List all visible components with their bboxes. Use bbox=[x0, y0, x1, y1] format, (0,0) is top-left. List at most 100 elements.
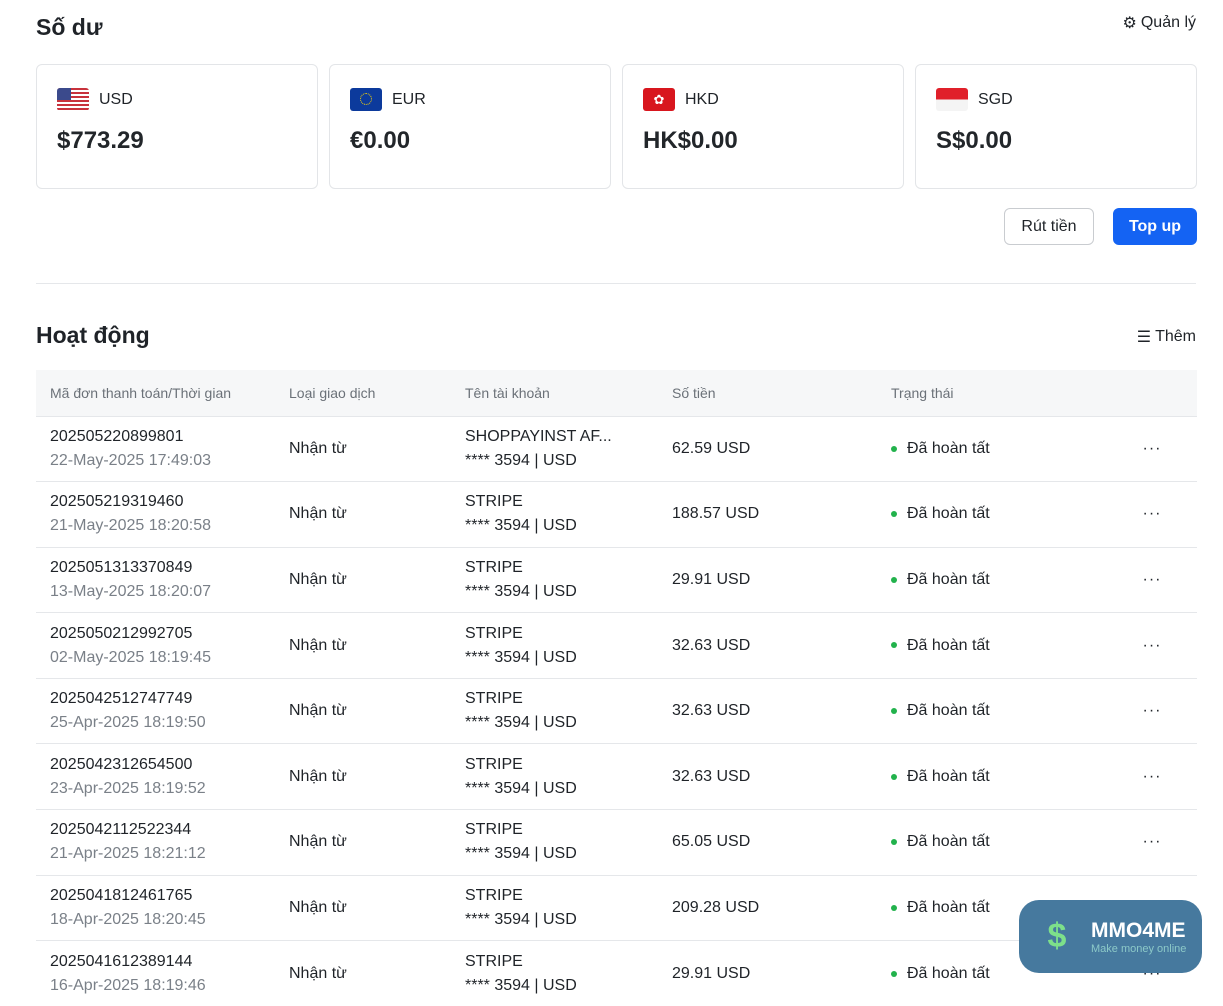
account-detail: **** 3594 | USD bbox=[465, 976, 577, 994]
dollar-logo-icon: $ bbox=[1047, 917, 1067, 955]
table-row[interactable]: 2025042312654500 23-Apr-2025 18:19:52 Nhậ… bbox=[36, 743, 1197, 810]
col-header-amount: Số tiền bbox=[672, 370, 891, 416]
balance-amount: HK$0.00 bbox=[643, 127, 738, 154]
currency-code: EUR bbox=[392, 90, 426, 108]
balance-card-usd[interactable]: USD $773.29 bbox=[36, 64, 318, 189]
withdraw-button[interactable]: Rút tiền bbox=[1004, 208, 1094, 245]
amount: 188.57 USD bbox=[672, 481, 891, 548]
status-text: Đã hoàn tất bbox=[907, 833, 990, 851]
currency-code: HKD bbox=[685, 90, 719, 108]
amount: 65.05 USD bbox=[672, 809, 891, 876]
account-name: STRIPE bbox=[465, 493, 523, 511]
account-detail: **** 3594 | USD bbox=[465, 845, 577, 863]
status-dot-icon bbox=[891, 707, 897, 714]
watermark-logo: $ MMO4ME Make money online bbox=[1019, 900, 1202, 973]
payment-time: 21-May-2025 18:20:58 bbox=[50, 517, 211, 535]
payment-time: 18-Apr-2025 18:20:45 bbox=[50, 910, 206, 928]
payment-time: 21-Apr-2025 18:21:12 bbox=[50, 845, 206, 863]
payment-time: 16-Apr-2025 18:19:46 bbox=[50, 976, 206, 994]
col-header-type: Loại giao dịch bbox=[289, 370, 465, 416]
currency-code: SGD bbox=[978, 90, 1013, 108]
payment-id: 2025041612389144 bbox=[50, 952, 193, 970]
transaction-type: Nhận từ bbox=[289, 546, 465, 613]
transaction-type: Nhận từ bbox=[289, 809, 465, 876]
payment-time: 23-Apr-2025 18:19:52 bbox=[50, 779, 206, 797]
account-name: STRIPE bbox=[465, 886, 523, 904]
manage-link[interactable]: ⚙ Quản lý bbox=[1123, 13, 1196, 33]
transaction-type: Nhận từ bbox=[289, 415, 465, 482]
account-name: STRIPE bbox=[465, 690, 523, 708]
col-header-account: Tên tài khoản bbox=[465, 370, 672, 416]
sg-flag-icon bbox=[936, 88, 968, 111]
table-row[interactable]: 2025042512747749 25-Apr-2025 18:19:50 Nhậ… bbox=[36, 677, 1197, 744]
col-header-id: Mã đơn thanh toán/Thời gian bbox=[36, 370, 289, 416]
account-name: STRIPE bbox=[465, 558, 523, 576]
balance-amount: $773.29 bbox=[57, 127, 144, 154]
payment-id: 2025042512747749 bbox=[50, 690, 193, 708]
hk-flag-icon: ✿ bbox=[643, 88, 675, 111]
topup-button[interactable]: Top up bbox=[1113, 208, 1197, 245]
payment-time: 22-May-2025 17:49:03 bbox=[50, 451, 211, 469]
amount: 62.59 USD bbox=[672, 415, 891, 482]
payment-id: 2025042312654500 bbox=[50, 755, 193, 773]
account-detail: **** 3594 | USD bbox=[465, 714, 577, 732]
table-row[interactable]: 2025042112522344 21-Apr-2025 18:21:12 Nhậ… bbox=[36, 809, 1197, 876]
payment-time: 13-May-2025 18:20:07 bbox=[50, 582, 211, 600]
row-actions-icon[interactable]: ··· bbox=[1107, 415, 1197, 482]
more-label: Thêm bbox=[1155, 328, 1196, 345]
amount: 32.63 USD bbox=[672, 743, 891, 810]
manage-label: Quản lý bbox=[1140, 14, 1196, 31]
table-row[interactable]: 2025051313370849 13-May-2025 18:20:07 Nhậ… bbox=[36, 546, 1197, 613]
status-text: Đã hoàn tất bbox=[907, 767, 990, 785]
balance-amount: €0.00 bbox=[350, 127, 411, 154]
status-text: Đã hoàn tất bbox=[907, 439, 990, 457]
row-actions-icon[interactable]: ··· bbox=[1107, 809, 1197, 876]
payment-id: 2025042112522344 bbox=[50, 821, 192, 839]
more-link[interactable]: ☰ Thêm bbox=[1137, 327, 1196, 347]
row-actions-icon[interactable]: ··· bbox=[1107, 546, 1197, 613]
payment-time: 25-Apr-2025 18:19:50 bbox=[50, 714, 206, 732]
list-icon: ☰ bbox=[1136, 329, 1152, 346]
amount: 32.63 USD bbox=[672, 677, 891, 744]
watermark-name: MMO4ME bbox=[1091, 918, 1186, 942]
row-actions-icon[interactable]: ··· bbox=[1107, 743, 1197, 810]
status-dot-icon bbox=[891, 642, 897, 649]
status-text: Đã hoàn tất bbox=[907, 898, 990, 916]
status-text: Đã hoàn tất bbox=[907, 702, 990, 720]
currency-code: USD bbox=[99, 90, 133, 108]
account-detail: **** 3594 | USD bbox=[465, 582, 577, 600]
account-detail: **** 3594 | USD bbox=[465, 451, 577, 469]
row-actions-icon[interactable]: ··· bbox=[1107, 677, 1197, 744]
table-row[interactable]: 202505220899801 22-May-2025 17:49:03 Nhận… bbox=[36, 415, 1197, 482]
eu-flag-icon bbox=[350, 88, 382, 111]
balance-card-hkd[interactable]: ✿ HKD HK$0.00 bbox=[622, 64, 904, 189]
payment-id: 2025050212992705 bbox=[50, 624, 193, 642]
account-name: STRIPE bbox=[465, 755, 523, 773]
account-detail: **** 3594 | USD bbox=[465, 910, 577, 928]
status-dot-icon bbox=[891, 576, 897, 583]
balance-card-eur[interactable]: EUR €0.00 bbox=[329, 64, 611, 189]
status-dot-icon bbox=[891, 970, 897, 977]
transaction-type: Nhận từ bbox=[289, 874, 465, 941]
transaction-type: Nhận từ bbox=[289, 940, 465, 1006]
row-actions-icon[interactable]: ··· bbox=[1107, 612, 1197, 679]
payment-id: 2025051313370849 bbox=[50, 558, 193, 576]
balance-amount: S$0.00 bbox=[936, 127, 1013, 154]
transaction-type: Nhận từ bbox=[289, 612, 465, 679]
table-row[interactable]: 202505219319460 21-May-2025 18:20:58 Nhận… bbox=[36, 481, 1197, 548]
balance-title: Số dư bbox=[36, 14, 103, 40]
payment-id: 202505219319460 bbox=[50, 493, 184, 511]
account-detail: **** 3594 | USD bbox=[465, 648, 577, 666]
transaction-type: Nhận từ bbox=[289, 743, 465, 810]
table-row[interactable]: 2025050212992705 02-May-2025 18:19:45 Nhậ… bbox=[36, 612, 1197, 679]
status-dot-icon bbox=[891, 773, 897, 780]
row-actions-icon[interactable]: ··· bbox=[1107, 481, 1197, 548]
amount: 29.91 USD bbox=[672, 940, 891, 1006]
amount: 29.91 USD bbox=[672, 546, 891, 613]
balance-cards: USD $773.29 EUR €0.00 ✿ HKD HK$0.00 SGD S$0.0… bbox=[36, 64, 1197, 189]
amount: 32.63 USD bbox=[672, 612, 891, 679]
payment-time: 02-May-2025 18:19:45 bbox=[50, 648, 211, 666]
activity-title: Hoạt động bbox=[36, 322, 150, 348]
divider bbox=[36, 283, 1196, 284]
balance-card-sgd[interactable]: SGD S$0.00 bbox=[915, 64, 1197, 189]
